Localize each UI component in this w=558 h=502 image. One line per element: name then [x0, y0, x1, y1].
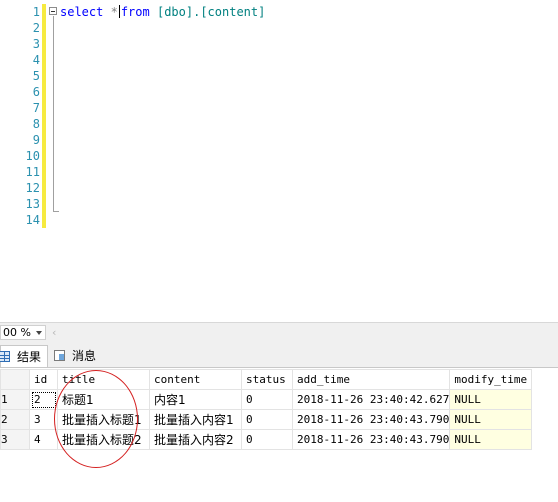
row-number[interactable]: 3: [0, 429, 30, 450]
change-tracking-bar: [42, 4, 46, 228]
cell-add-time[interactable]: 2018-11-26 23:40:42.627: [291, 389, 451, 410]
row-header-corner[interactable]: [0, 369, 30, 390]
star-operator: *: [110, 5, 118, 19]
cell-content[interactable]: 批量插入内容2: [149, 429, 242, 450]
tab-results[interactable]: 结果: [0, 345, 48, 367]
column-header[interactable]: id: [29, 369, 58, 390]
editor-status-row: 00 % ‹: [0, 322, 558, 342]
cell-modify-time[interactable]: NULL: [449, 389, 533, 410]
fold-guide-line: [53, 16, 54, 212]
message-icon: [54, 350, 65, 361]
row-number[interactable]: 2: [0, 409, 30, 430]
line-number: 8: [32, 117, 40, 131]
cell-id[interactable]: 3: [29, 409, 58, 430]
cell-title[interactable]: 标题1: [57, 389, 150, 410]
cell-add-time[interactable]: 2018-11-26 23:40:43.790: [291, 409, 451, 430]
cell-modify-time[interactable]: NULL: [449, 409, 533, 430]
line-number: 10: [25, 149, 40, 163]
query-editor[interactable]: 1 2 3 4 5 6 7 8 9 10 11 12 13 14 select …: [0, 0, 558, 322]
line-number: 11: [25, 165, 40, 179]
cell-add-time[interactable]: 2018-11-26 23:40:43.790: [291, 429, 451, 450]
line-number: 1: [32, 5, 40, 19]
cell-id[interactable]: 4: [29, 429, 58, 450]
collapse-region-icon[interactable]: [49, 7, 57, 15]
line-number: 12: [25, 181, 40, 195]
line-number: 5: [32, 69, 40, 83]
tab-results-label: 结果: [17, 350, 42, 364]
keyword-from: from: [120, 5, 150, 19]
line-number: 3: [32, 37, 40, 51]
line-number: 7: [32, 101, 40, 115]
zoom-select[interactable]: 00 %: [0, 325, 46, 340]
table-row[interactable]: 1 2 标题1 内容1 0 2018-11-26 23:40:42.627 NU…: [0, 389, 533, 410]
cell-status[interactable]: 0: [241, 409, 293, 430]
results-grid-area: id title content status add_time modify_…: [0, 368, 558, 502]
cell-id[interactable]: 2: [29, 389, 58, 410]
line-number: 4: [32, 53, 40, 67]
line-number: 6: [32, 85, 40, 99]
column-header[interactable]: add_time: [291, 369, 451, 390]
table-identifier: [dbo].[content]: [156, 5, 266, 19]
row-number[interactable]: 1: [0, 389, 30, 410]
line-number: 14: [25, 213, 40, 227]
header-row: id title content status add_time modify_…: [0, 369, 533, 390]
column-header[interactable]: modify_time: [449, 369, 533, 390]
text-caret: [118, 5, 120, 18]
table-row[interactable]: 2 3 批量插入标题1 批量插入内容1 0 2018-11-26 23:40:4…: [0, 409, 533, 430]
cell-status[interactable]: 0: [241, 389, 293, 410]
fold-guide-end: [53, 211, 59, 212]
keyword-select: select: [60, 5, 104, 19]
line-number: 2: [32, 21, 40, 35]
cell-title[interactable]: 批量插入标题1: [57, 409, 150, 430]
cell-title[interactable]: 批量插入标题2: [57, 429, 150, 450]
cell-modify-time[interactable]: NULL: [449, 429, 533, 450]
code-line[interactable]: select * from [dbo].[content]: [60, 4, 265, 20]
results-tab-strip: 结果 消息: [0, 342, 558, 368]
scroll-left-icon[interactable]: ‹: [52, 326, 56, 339]
grid-icon: [0, 351, 10, 362]
cell-content[interactable]: 批量插入内容1: [149, 409, 242, 430]
column-header[interactable]: status: [241, 369, 293, 390]
line-number: 9: [32, 133, 40, 147]
line-number-gutter: 1 2 3 4 5 6 7 8 9 10 11 12 13 14: [0, 4, 40, 228]
chevron-down-icon[interactable]: [36, 331, 42, 335]
results-grid: id title content status add_time modify_…: [0, 369, 533, 450]
cell-content[interactable]: 内容1: [149, 389, 242, 410]
zoom-value: 00 %: [3, 326, 31, 339]
cell-status[interactable]: 0: [241, 429, 293, 450]
column-header[interactable]: content: [149, 369, 242, 390]
column-header[interactable]: title: [57, 369, 150, 390]
table-row[interactable]: 3 4 批量插入标题2 批量插入内容2 0 2018-11-26 23:40:4…: [0, 429, 533, 450]
line-number: 13: [25, 197, 40, 211]
tab-messages-label: 消息: [72, 349, 97, 363]
tab-messages[interactable]: 消息: [52, 345, 102, 367]
